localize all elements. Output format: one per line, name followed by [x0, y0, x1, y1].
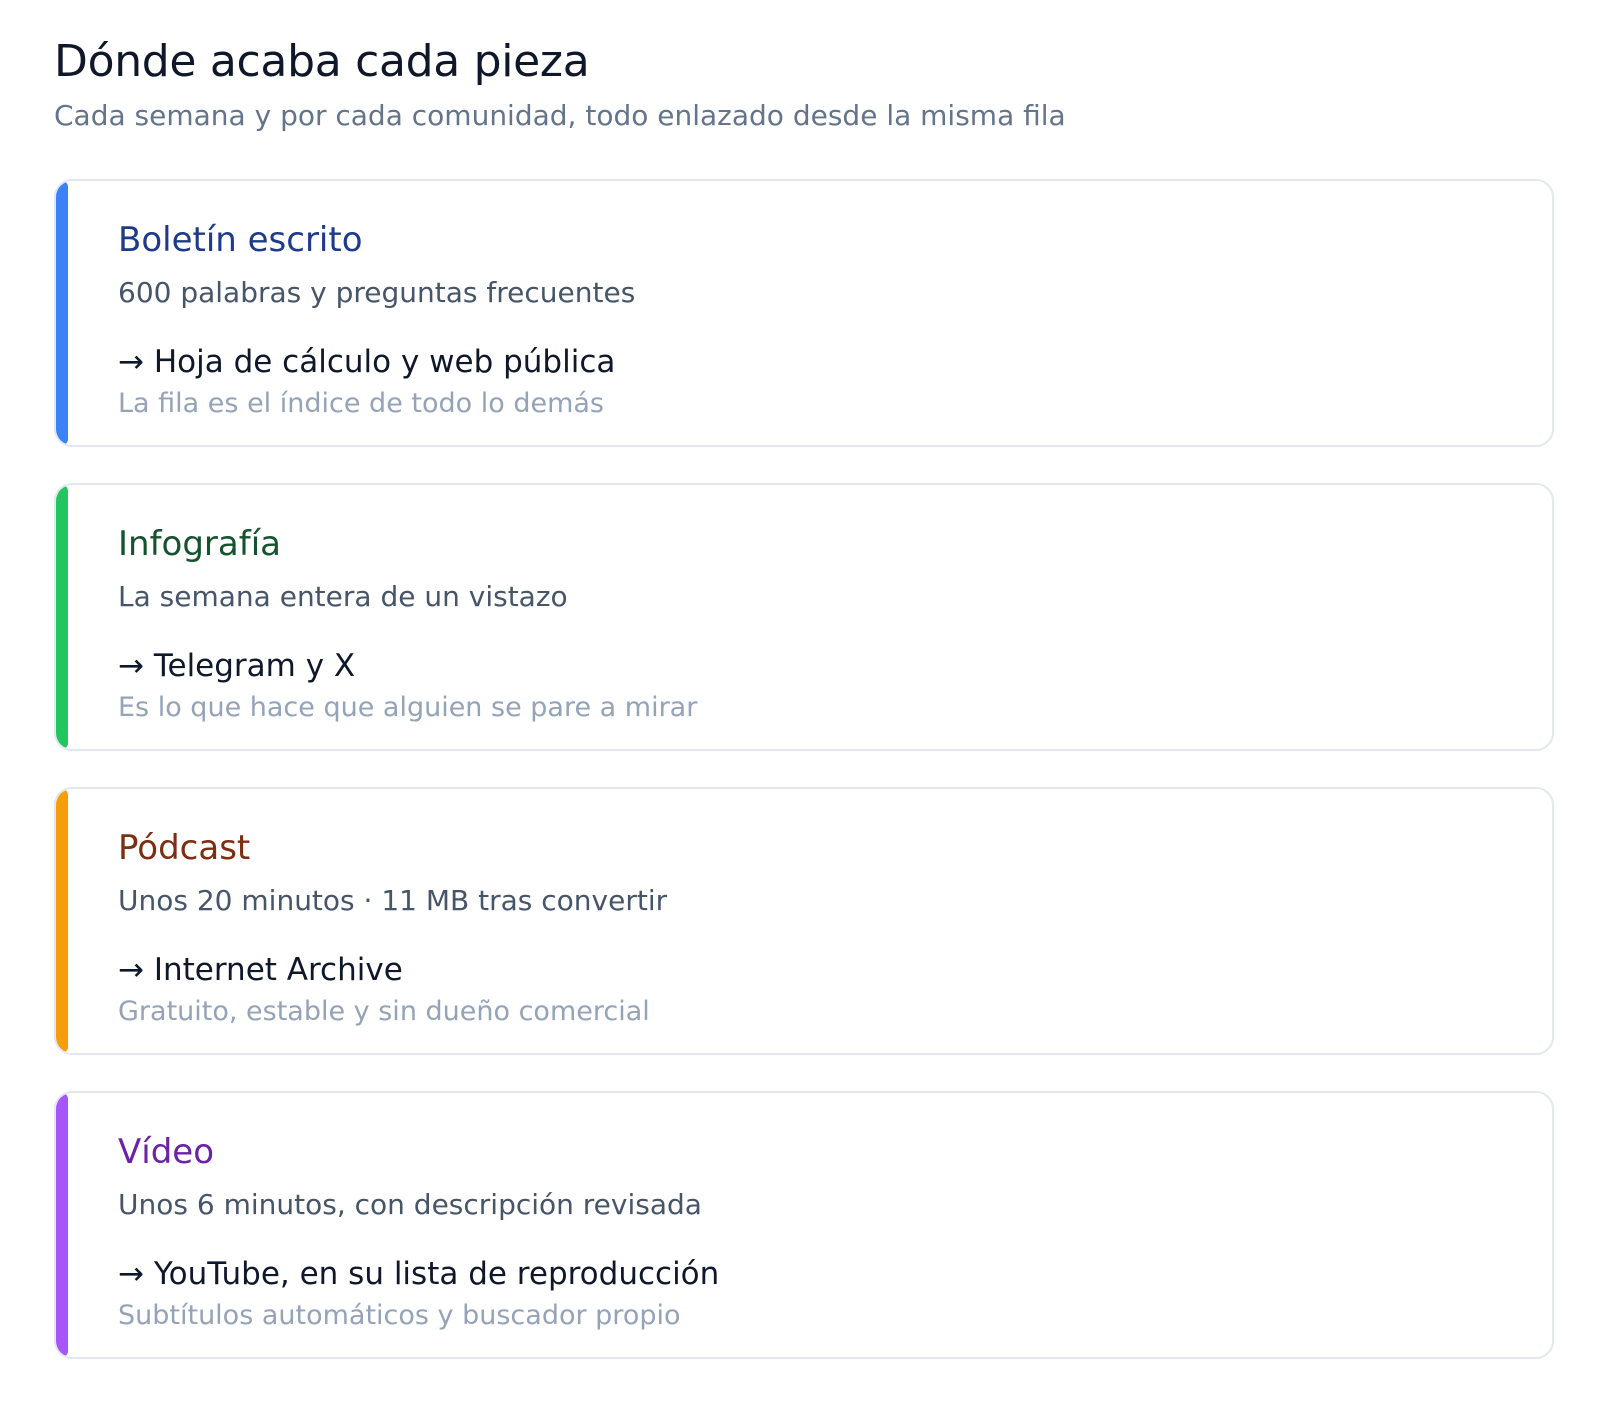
card-body: Infografía La semana entera de un vistaz… — [118, 521, 1522, 727]
card-accent-bar — [56, 485, 68, 749]
card-list: Boletín escrito 600 palabras y preguntas… — [54, 179, 1554, 1359]
card-note: La fila es el índice de todo lo demás — [118, 388, 604, 419]
card-body: Pódcast Unos 20 minutos · 11 MB tras con… — [118, 825, 1522, 1031]
card-description: Unos 6 minutos, con descripción revisada — [118, 1188, 702, 1221]
card-title: Pódcast — [118, 828, 251, 868]
page-title: Dónde acaba cada pieza — [54, 36, 590, 87]
card-accent-bar — [56, 181, 68, 445]
card-destination: → Internet Archive — [118, 952, 403, 988]
card-accent-bar — [56, 789, 68, 1053]
card-destination: → Hoja de cálculo y web pública — [118, 344, 616, 380]
page-subtitle: Cada semana y por cada comunidad, todo e… — [54, 99, 1066, 132]
card-video: Vídeo Unos 6 minutos, con descripción re… — [54, 1091, 1554, 1359]
card-accent-bar — [56, 1093, 68, 1357]
page: Dónde acaba cada pieza Cada semana y por… — [0, 0, 1600, 1359]
card-boletin: Boletín escrito 600 palabras y preguntas… — [54, 179, 1554, 447]
card-title: Infografía — [118, 524, 281, 564]
card-note: Es lo que hace que alguien se pare a mir… — [118, 692, 698, 723]
card-body: Vídeo Unos 6 minutos, con descripción re… — [118, 1129, 1522, 1335]
card-description: La semana entera de un vistazo — [118, 580, 568, 613]
card-title: Boletín escrito — [118, 220, 363, 260]
card-note: Subtítulos automáticos y buscador propio — [118, 1300, 681, 1331]
card-description: Unos 20 minutos · 11 MB tras convertir — [118, 884, 668, 917]
card-destination: → YouTube, en su lista de reproducción — [118, 1256, 720, 1292]
card-body: Boletín escrito 600 palabras y preguntas… — [118, 217, 1522, 423]
card-description: 600 palabras y preguntas frecuentes — [118, 276, 636, 309]
card-infografia: Infografía La semana entera de un vistaz… — [54, 483, 1554, 751]
card-title: Vídeo — [118, 1132, 215, 1172]
card-destination: → Telegram y X — [118, 648, 356, 684]
card-podcast: Pódcast Unos 20 minutos · 11 MB tras con… — [54, 787, 1554, 1055]
card-note: Gratuito, estable y sin dueño comercial — [118, 996, 650, 1027]
